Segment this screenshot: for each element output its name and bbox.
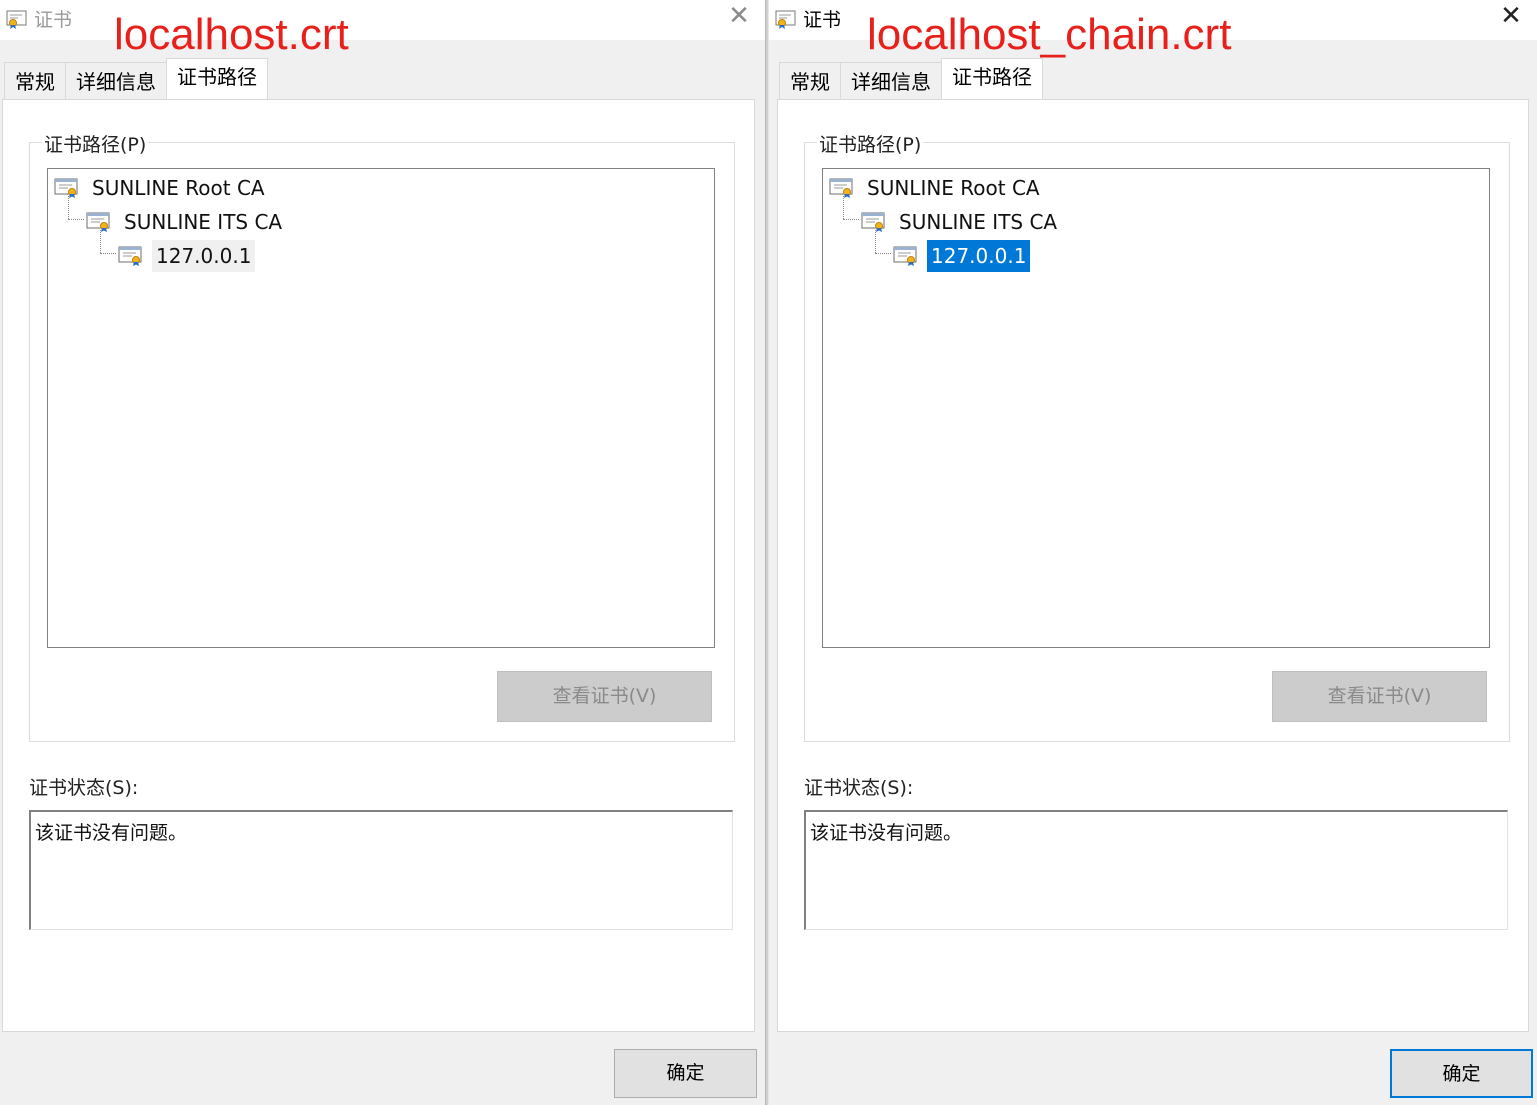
certificate-dialog-right: 证书 ✕ localhost_chain.crt 常规 详细信息 证书路径 证书… [769, 0, 1537, 1105]
tree-item-intermediate-ca[interactable]: SUNLINE ITS CA [861, 206, 1061, 238]
certificate-status-text[interactable]: 该证书没有问题。 [804, 810, 1508, 930]
certificate-icon [118, 246, 142, 266]
ok-button[interactable]: 确定 [1390, 1049, 1533, 1098]
certificate-icon [54, 178, 78, 198]
certificate-status-label: 证书状态(S): [804, 777, 914, 799]
close-icon[interactable]: ✕ [1497, 3, 1525, 31]
tree-item-label-selected: 127.0.0.1 [927, 240, 1031, 272]
tab-general[interactable]: 常规 [779, 62, 841, 100]
close-icon[interactable]: ✕ [725, 3, 753, 31]
window-title: 证书 [34, 9, 73, 31]
tree-item-label: SUNLINE ITS CA [124, 210, 283, 234]
tree-item-label-selected: 127.0.0.1 [152, 240, 256, 272]
certification-path-group: 证书路径(P) SUNLINE Root CA SUNLINE ITS CA 1… [804, 130, 1510, 742]
certificate-tree[interactable]: SUNLINE Root CA SUNLINE ITS CA 127.0.0.1 [822, 168, 1490, 648]
tree-item-label: SUNLINE Root CA [867, 176, 1040, 200]
certificate-tree[interactable]: SUNLINE Root CA SUNLINE ITS CA 127.0.0.1 [47, 168, 715, 648]
tab-details[interactable]: 详细信息 [65, 62, 167, 100]
certificate-icon [861, 212, 885, 232]
group-label: 证书路径(P) [42, 130, 149, 157]
tree-item-leaf-cert[interactable]: 127.0.0.1 [118, 240, 256, 272]
tree-item-label: SUNLINE ITS CA [899, 210, 1058, 234]
group-label: 证书路径(P) [817, 130, 924, 157]
tab-general[interactable]: 常规 [4, 62, 66, 100]
view-certificate-button[interactable]: 查看证书(V) [1272, 671, 1487, 722]
tab-panel: 证书路径(P) SUNLINE Root CA SUNLINE ITS CA 1… [777, 99, 1529, 1032]
certificate-status-label: 证书状态(S): [29, 777, 139, 799]
tree-item-root-ca[interactable]: SUNLINE Root CA [54, 172, 269, 204]
tab-bar: 常规 详细信息 证书路径 [4, 58, 268, 101]
tab-panel: 证书路径(P) SUNLINE Root CA SUNLINE ITS CA 1… [2, 99, 755, 1032]
tab-certification-path[interactable]: 证书路径 [941, 58, 1043, 101]
view-certificate-button[interactable]: 查看证书(V) [497, 671, 712, 722]
ok-button[interactable]: 确定 [614, 1049, 757, 1098]
window-title: 证书 [803, 9, 842, 31]
certificate-dialog-left: 证书 ✕ localhost.crt 常规 详细信息 证书路径 证书路径(P) [0, 0, 765, 1105]
certificate-icon [6, 10, 27, 29]
certificate-status-text[interactable]: 该证书没有问题。 [29, 810, 733, 930]
tab-bar: 常规 详细信息 证书路径 [779, 58, 1043, 101]
tab-details[interactable]: 详细信息 [840, 62, 942, 100]
tree-item-intermediate-ca[interactable]: SUNLINE ITS CA [86, 206, 286, 238]
certificate-icon [86, 212, 110, 232]
tree-item-root-ca[interactable]: SUNLINE Root CA [829, 172, 1044, 204]
tab-certification-path[interactable]: 证书路径 [166, 58, 268, 101]
annotation-filename: localhost.crt [114, 10, 349, 59]
certificate-icon [893, 246, 917, 266]
certificate-icon [829, 178, 853, 198]
tree-item-label: SUNLINE Root CA [92, 176, 265, 200]
tree-item-leaf-cert[interactable]: 127.0.0.1 [893, 240, 1031, 272]
certification-path-group: 证书路径(P) SUNLINE Root CA SUNLINE ITS CA 1… [29, 130, 735, 742]
certificate-icon [775, 10, 796, 29]
annotation-filename: localhost_chain.crt [867, 10, 1232, 59]
